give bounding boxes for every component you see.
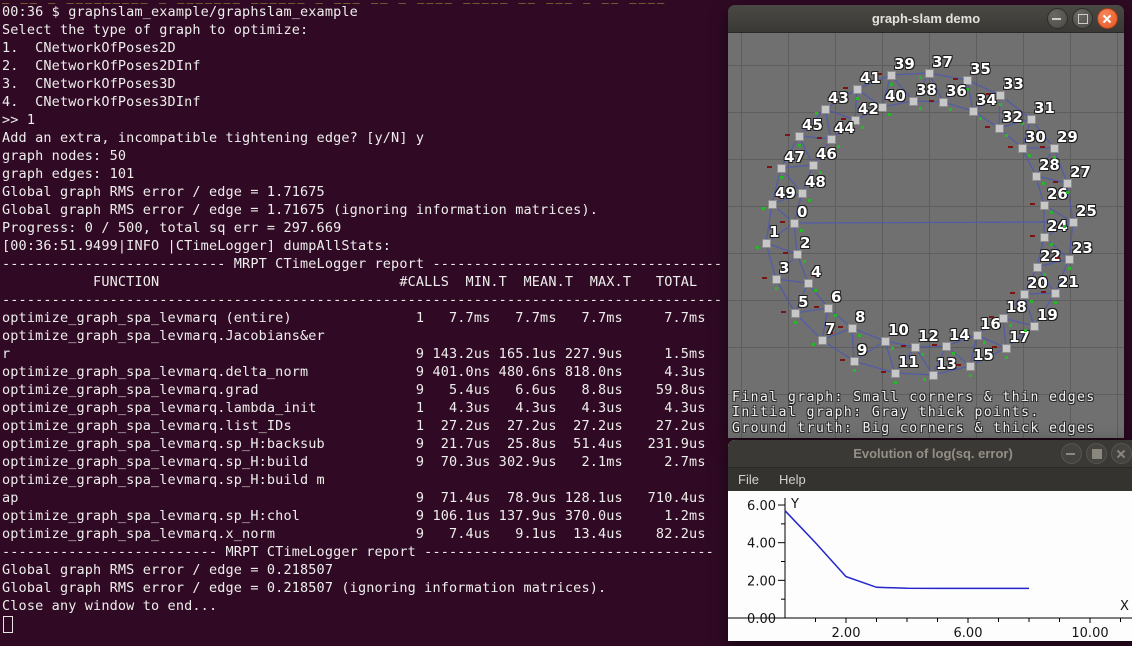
terminal-cursor: [3, 616, 13, 633]
graph-node-label: 19: [1037, 306, 1058, 324]
graph-node-label: 21: [1058, 273, 1079, 291]
graph-node-label: 5: [798, 293, 808, 311]
maximize-button[interactable]: [1086, 443, 1107, 464]
graph-node-label: 10: [888, 321, 909, 339]
graph-node-label: 15: [973, 346, 994, 364]
graph-node-label: 0: [797, 203, 807, 221]
graph-node-label: 31: [1034, 99, 1055, 117]
error-plot-window: Evolution of log(sq. error) File Help 0.…: [728, 440, 1132, 641]
svg-text:4.00: 4.00: [747, 537, 776, 552]
maximize-icon: [1078, 14, 1088, 24]
graph-node-label: 37: [932, 53, 953, 71]
menubar: File Help: [728, 468, 1132, 491]
svg-text:10.00: 10.00: [1071, 626, 1108, 641]
graph-node-label: 40: [885, 87, 906, 105]
graph-node-label: 3: [779, 259, 789, 277]
legend-ground-truth: Ground truth: Big corners & thick edges: [732, 421, 1096, 437]
svg-text:6.00: 6.00: [954, 626, 983, 641]
graph-node-label: 49: [775, 184, 796, 202]
graph-node-label: 14: [949, 326, 970, 344]
svg-text:6.00: 6.00: [747, 499, 776, 514]
graph-node-label: 41: [860, 69, 881, 87]
svg-text:2.00: 2.00: [747, 574, 776, 589]
menu-help[interactable]: Help: [769, 470, 816, 489]
graph-node-label: 38: [916, 81, 937, 99]
graph-node-label: 11: [898, 353, 919, 371]
minimize-icon: [1066, 453, 1075, 455]
graph-node-label: 35: [970, 60, 991, 78]
graph-node-label: 18: [1006, 298, 1027, 316]
graph-node-label: 25: [1076, 202, 1097, 220]
legend-final-graph: Final graph: Small corners & thin edges: [732, 390, 1096, 406]
legend-initial-graph: Initial graph: Gray thick points.: [732, 405, 1096, 421]
graph-node-label: 2: [800, 234, 810, 252]
graph-node-label: 34: [976, 91, 997, 109]
graph-slam-title: graph-slam demo: [872, 11, 980, 26]
graph-node-label: 12: [918, 327, 939, 345]
maximize-icon: [1092, 449, 1102, 459]
graph-node-label: 28: [1039, 156, 1060, 174]
svg-text:2.00: 2.00: [832, 626, 861, 641]
graph-node-label: 43: [828, 89, 849, 107]
error-chart-plot: 0.00 2.00 4.00 6.00 2.00 6.00 10.00 Y X: [728, 491, 1132, 641]
maximize-button[interactable]: [1072, 8, 1093, 29]
graph-legend: Final graph: Small corners & thin edges …: [732, 390, 1096, 437]
graph-node-label: 30: [1025, 128, 1046, 146]
graph-node-label: 32: [1002, 108, 1023, 126]
graph-node-label: 8: [855, 308, 865, 326]
graph-node-label: 36: [946, 82, 967, 100]
graph-node-label: 47: [784, 148, 805, 166]
minimize-button[interactable]: [1047, 8, 1068, 29]
terminal-output: 00:36 $ graphslam_example/graphslam_exam…: [2, 3, 722, 615]
terminal-window[interactable]: _ __ _ _________ _ _______ ______ _ ___ …: [0, 0, 730, 641]
graph-node-label: 42: [858, 100, 879, 118]
graph-node-label: 22: [1040, 247, 1061, 265]
error-plot-titlebar[interactable]: Evolution of log(sq. error): [728, 440, 1132, 468]
graph-node-label: 7: [825, 320, 835, 338]
svg-text:Y: Y: [790, 497, 799, 512]
minimize-icon: [1052, 18, 1061, 20]
graph-node-label: 13: [936, 355, 957, 373]
graph-node-label: 29: [1057, 128, 1078, 146]
graph-node-label: 46: [816, 145, 837, 163]
graph-node-label: 33: [1003, 75, 1024, 93]
graph-node-label: 45: [802, 116, 823, 134]
graph-slam-demo-window: graph-slam demo 012345678910111213141516…: [728, 5, 1124, 437]
graph-node-label: 27: [1070, 163, 1091, 181]
graph-node-label: 20: [1027, 274, 1048, 292]
close-button[interactable]: [1111, 443, 1132, 464]
graph-node-label: 9: [857, 341, 867, 359]
minimize-button[interactable]: [1061, 443, 1082, 464]
graph-3d-viewport[interactable]: 0123456789101112131415161718192021222324…: [728, 33, 1124, 438]
graph-slam-titlebar[interactable]: graph-slam demo: [728, 5, 1124, 33]
graph-node-label: 44: [834, 119, 855, 137]
graph-node-label: 48: [805, 173, 826, 191]
graph-node-label: 39: [894, 55, 915, 73]
error-plot-title: Evolution of log(sq. error): [853, 446, 1013, 461]
menu-file[interactable]: File: [728, 470, 769, 489]
graph-node-label: 4: [811, 263, 821, 281]
error-chart[interactable]: 0.00 2.00 4.00 6.00 2.00 6.00 10.00 Y X: [728, 491, 1132, 641]
svg-text:0.00: 0.00: [747, 612, 776, 627]
svg-text:X: X: [1120, 599, 1129, 614]
close-button[interactable]: [1097, 8, 1118, 29]
graph-node-label: 23: [1072, 239, 1093, 257]
graph-node-label: 6: [831, 288, 841, 306]
graph-node-label: 1: [769, 223, 779, 241]
